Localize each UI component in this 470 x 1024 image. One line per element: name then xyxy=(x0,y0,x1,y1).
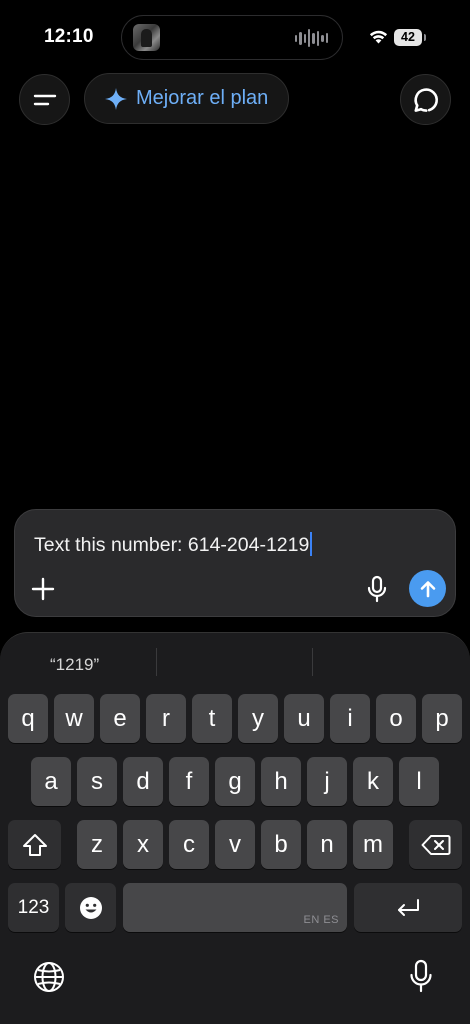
emoji-key[interactable] xyxy=(65,883,116,932)
key-d[interactable]: d xyxy=(123,757,163,806)
key-p[interactable]: p xyxy=(422,694,462,743)
key-n[interactable]: n xyxy=(307,820,347,869)
suggestion-1[interactable]: “1219” xyxy=(50,655,99,675)
key-u[interactable]: u xyxy=(284,694,324,743)
key-a[interactable]: a xyxy=(31,757,71,806)
space-bar-languages: EN ES xyxy=(303,914,339,926)
key-z[interactable]: z xyxy=(77,820,117,869)
upgrade-plan-label: Mejorar el plan xyxy=(136,87,269,109)
message-composer[interactable]: Text this number: 614-204-1219 xyxy=(14,509,456,617)
key-m[interactable]: m xyxy=(353,820,393,869)
wifi-icon xyxy=(369,30,388,44)
numbers-key[interactable]: 123 xyxy=(8,883,59,932)
return-key[interactable] xyxy=(354,883,462,932)
upgrade-plan-button[interactable]: Mejorar el plan xyxy=(84,73,289,124)
shift-key[interactable] xyxy=(8,820,61,869)
emoji-icon xyxy=(79,896,102,919)
key-x[interactable]: x xyxy=(123,820,163,869)
shift-icon xyxy=(22,833,47,856)
key-o[interactable]: o xyxy=(376,694,416,743)
key-t[interactable]: t xyxy=(192,694,232,743)
key-s[interactable]: s xyxy=(77,757,117,806)
attach-plus-icon[interactable] xyxy=(30,576,56,602)
key-f[interactable]: f xyxy=(169,757,209,806)
audio-waveform-icon xyxy=(294,28,328,48)
key-y[interactable]: y xyxy=(238,694,278,743)
key-w[interactable]: w xyxy=(54,694,94,743)
message-input-text: Text this number: 614-204-1219 xyxy=(34,534,310,556)
suggestion-divider xyxy=(156,648,157,676)
dynamic-island[interactable] xyxy=(121,15,343,60)
key-l[interactable]: l xyxy=(399,757,439,806)
new-chat-icon xyxy=(413,87,438,112)
status-time: 12:10 xyxy=(44,26,94,47)
key-k[interactable]: k xyxy=(353,757,393,806)
key-i[interactable]: i xyxy=(330,694,370,743)
send-button[interactable] xyxy=(409,570,446,607)
keyboard: “1219” q w e r t y u i o p a s d f g h j… xyxy=(0,632,470,1024)
text-cursor xyxy=(310,532,313,556)
key-r[interactable]: r xyxy=(146,694,186,743)
space-bar[interactable]: EN ES xyxy=(123,883,347,932)
arrow-up-icon xyxy=(420,580,435,597)
key-b[interactable]: b xyxy=(261,820,301,869)
return-icon xyxy=(398,898,419,916)
globe-icon[interactable] xyxy=(33,961,65,993)
microphone-icon[interactable] xyxy=(365,575,389,603)
key-c[interactable]: c xyxy=(169,820,209,869)
key-j[interactable]: j xyxy=(307,757,347,806)
album-art-thumbnail xyxy=(133,24,160,51)
key-v[interactable]: v xyxy=(215,820,255,869)
sparkle-icon xyxy=(105,87,127,110)
key-h[interactable]: h xyxy=(261,757,301,806)
suggestion-divider xyxy=(312,648,313,676)
message-input[interactable]: Text this number: 614-204-1219 xyxy=(34,532,313,557)
new-chat-button[interactable] xyxy=(400,74,451,125)
battery-indicator: 42 xyxy=(394,29,426,46)
key-e[interactable]: e xyxy=(100,694,140,743)
dictation-microphone-icon[interactable] xyxy=(409,959,433,993)
delete-key[interactable] xyxy=(409,820,462,869)
key-g[interactable]: g xyxy=(215,757,255,806)
key-q[interactable]: q xyxy=(8,694,48,743)
backspace-icon xyxy=(421,834,450,855)
sidebar-menu-button[interactable] xyxy=(19,74,70,125)
menu-icon xyxy=(33,94,56,105)
